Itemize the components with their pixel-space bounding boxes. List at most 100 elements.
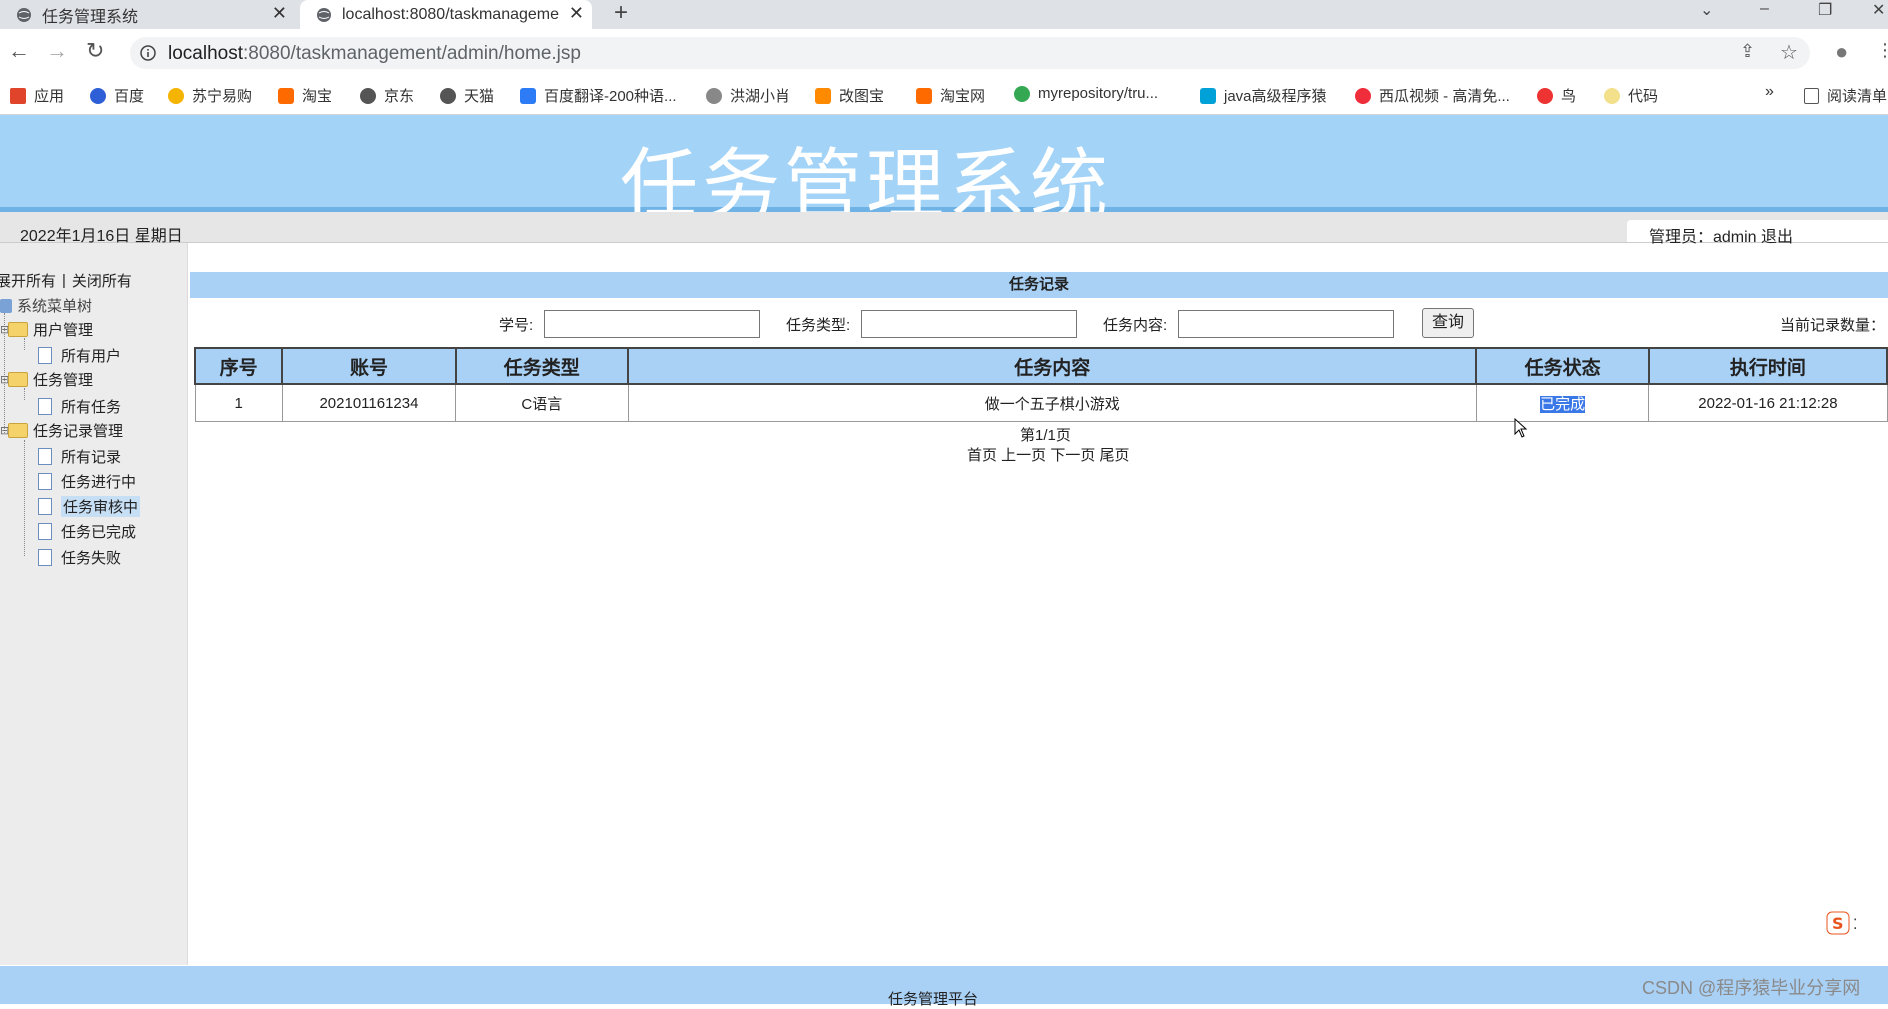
- bookmark-suning[interactable]: 苏宁易购: [168, 85, 252, 106]
- address-bar[interactable]: localhost:8080/taskmanagement/admin/home…: [130, 37, 1810, 69]
- sidebar-item-completed[interactable]: 任务已完成: [38, 521, 136, 542]
- bookmark-bird[interactable]: 鸟: [1537, 85, 1576, 106]
- pager-links[interactable]: 首页 上一页 下一页 尾页: [967, 444, 1130, 465]
- info-icon[interactable]: [140, 45, 156, 61]
- student-id-input[interactable]: [544, 310, 760, 338]
- globe-icon: [317, 7, 331, 22]
- paw-icon: [90, 87, 106, 104]
- bookmark-code[interactable]: 代码: [1604, 85, 1658, 106]
- forward-icon[interactable]: →: [46, 38, 68, 64]
- page-icon: [38, 448, 52, 465]
- task-type-input[interactable]: [861, 310, 1077, 338]
- sidebar-item-all-records[interactable]: 所有记录: [38, 446, 121, 467]
- col-task-content: 任务内容: [627, 347, 1478, 385]
- student-id-label: 学号:: [499, 317, 534, 334]
- globe-icon: [17, 7, 31, 22]
- page-icon: [38, 523, 52, 540]
- bookmark-baidu[interactable]: 百度: [90, 85, 144, 106]
- collapse-all-link[interactable]: 关闭所有: [72, 270, 132, 291]
- reading-list[interactable]: 阅读清单: [1804, 85, 1887, 106]
- minimize-icon[interactable]: –: [1760, 0, 1769, 18]
- reload-icon[interactable]: ↻: [86, 38, 104, 64]
- sidebar-item-in-progress[interactable]: 任务进行中: [38, 471, 136, 492]
- bookmark-taobao[interactable]: 淘宝: [278, 85, 332, 106]
- bird-icon: [1537, 87, 1553, 104]
- globe-icon: [440, 87, 456, 104]
- bookmark-apps[interactable]: 应用: [10, 85, 64, 106]
- menu-kebab-icon[interactable]: ⋮: [1876, 40, 1888, 61]
- close-tab-icon[interactable]: ✕: [272, 3, 287, 24]
- tree-group-users[interactable]: ⊟ 用户管理: [0, 319, 93, 340]
- tab-search-icon[interactable]: ⌄: [1700, 0, 1713, 20]
- records-table: 序号 账号 任务类型 任务内容 任务状态 执行时间 1 202101161234…: [193, 347, 1888, 422]
- tab-title: 任务管理系统: [42, 8, 139, 26]
- page-icon: [38, 398, 52, 415]
- sidebar-item-all-users[interactable]: 所有用户: [38, 345, 121, 366]
- tree-toggles: 展开所有 | 关闭所有: [0, 270, 132, 291]
- task-type-label: 任务类型:: [786, 317, 851, 334]
- task-content-input[interactable]: [1178, 310, 1394, 338]
- cell-task-content: 做一个五子棋小游戏: [627, 383, 1477, 422]
- query-button[interactable]: 查询: [1422, 308, 1474, 338]
- table-row: 1 202101161234 C语言 做一个五子棋小游戏 已完成 2022-01…: [194, 383, 1888, 422]
- bookmark-honghu[interactable]: 洪湖小肖: [706, 85, 790, 106]
- status-text[interactable]: 已完成: [1540, 395, 1586, 413]
- url-text[interactable]: localhost:8080/taskmanagement/admin/home…: [168, 43, 581, 65]
- tree-root[interactable]: 系统菜单树: [0, 295, 92, 316]
- sidebar-item-under-review[interactable]: 任务审核中: [38, 496, 141, 517]
- sogou-input-icon[interactable]: S ⁚: [1825, 910, 1865, 936]
- task-content-label: 任务内容:: [1103, 317, 1168, 334]
- tree-group-tasks[interactable]: ⊟ 任务管理: [0, 369, 93, 390]
- chrome-icon: [1014, 85, 1030, 102]
- reading-list-icon: [1804, 87, 1819, 104]
- record-count-label: 当前记录数量：: [1780, 317, 1886, 334]
- share-icon[interactable]: ⇪: [1740, 41, 1755, 62]
- col-index: 序号: [193, 347, 284, 385]
- col-task-type: 任务类型: [454, 347, 630, 385]
- tab-task-system[interactable]: 任务管理系统 ✕: [0, 0, 295, 29]
- tab-localhost[interactable]: localhost:8080/taskmanageme ✕: [300, 0, 592, 29]
- expand-all-link[interactable]: 展开所有: [0, 270, 56, 291]
- bookmark-taobaowang[interactable]: 淘宝网: [916, 85, 985, 106]
- sidebar-item-all-tasks[interactable]: 所有任务: [38, 396, 121, 417]
- info-bar: 2022年1月16日 星期日 管理员：admin 退出: [0, 212, 1888, 246]
- bookmark-jd[interactable]: 京东: [360, 85, 414, 106]
- more-bookmarks-button[interactable]: »: [1765, 83, 1774, 101]
- bookmark-tmall[interactable]: 天猫: [440, 85, 494, 106]
- page-icon: [38, 473, 52, 490]
- tree-group-records[interactable]: ⊟ 任务记录管理: [0, 420, 123, 441]
- profile-icon[interactable]: ●: [1835, 39, 1848, 65]
- page-info: 第1/1页: [1020, 427, 1071, 444]
- taobao-icon: [278, 87, 294, 104]
- page-icon: [38, 549, 52, 566]
- cell-task-status: 已完成: [1475, 383, 1650, 422]
- admin-logout-text[interactable]: 管理员：admin 退出: [1649, 223, 1793, 247]
- mouse-cursor-icon: [1514, 418, 1528, 438]
- bookmark-java[interactable]: java高级程序猿: [1200, 85, 1327, 106]
- table-header-row: 序号 账号 任务类型 任务内容 任务状态 执行时间: [193, 347, 1888, 385]
- folder-icon: [8, 372, 28, 387]
- new-tab-button[interactable]: +: [614, 0, 628, 26]
- bookmark-xigua[interactable]: 西瓜视频 - 高清免...: [1355, 85, 1510, 106]
- back-icon[interactable]: ←: [8, 38, 30, 64]
- apps-grid-icon: [10, 87, 26, 104]
- col-exec-time: 执行时间: [1647, 347, 1888, 385]
- restore-icon[interactable]: ❐: [1818, 0, 1832, 20]
- close-tab-icon[interactable]: ✕: [569, 3, 584, 24]
- bookmark-star-icon[interactable]: ☆: [1780, 40, 1798, 65]
- cell-account: 202101161234: [281, 383, 457, 422]
- taobao-icon: [916, 87, 932, 104]
- bookmark-gaitubao[interactable]: 改图宝: [815, 85, 884, 106]
- close-window-icon[interactable]: ✕: [1872, 0, 1885, 20]
- separator: |: [62, 272, 66, 289]
- bookmark-baidu-translate[interactable]: 百度翻译-200种语...: [520, 85, 677, 106]
- col-account: 账号: [281, 347, 457, 385]
- header-banner: 任务管理系统: [0, 115, 1888, 231]
- footer-text: 任务管理平台: [888, 991, 979, 1008]
- bookmark-myrepository[interactable]: myrepository/tru...: [1014, 85, 1158, 102]
- bilibili-icon: [1200, 87, 1216, 104]
- sidebar-item-failed[interactable]: 任务失败: [38, 547, 121, 568]
- tab-title: localhost:8080/taskmanageme: [342, 5, 560, 23]
- cell-index: 1: [194, 383, 283, 422]
- xigua-icon: [1355, 87, 1371, 104]
